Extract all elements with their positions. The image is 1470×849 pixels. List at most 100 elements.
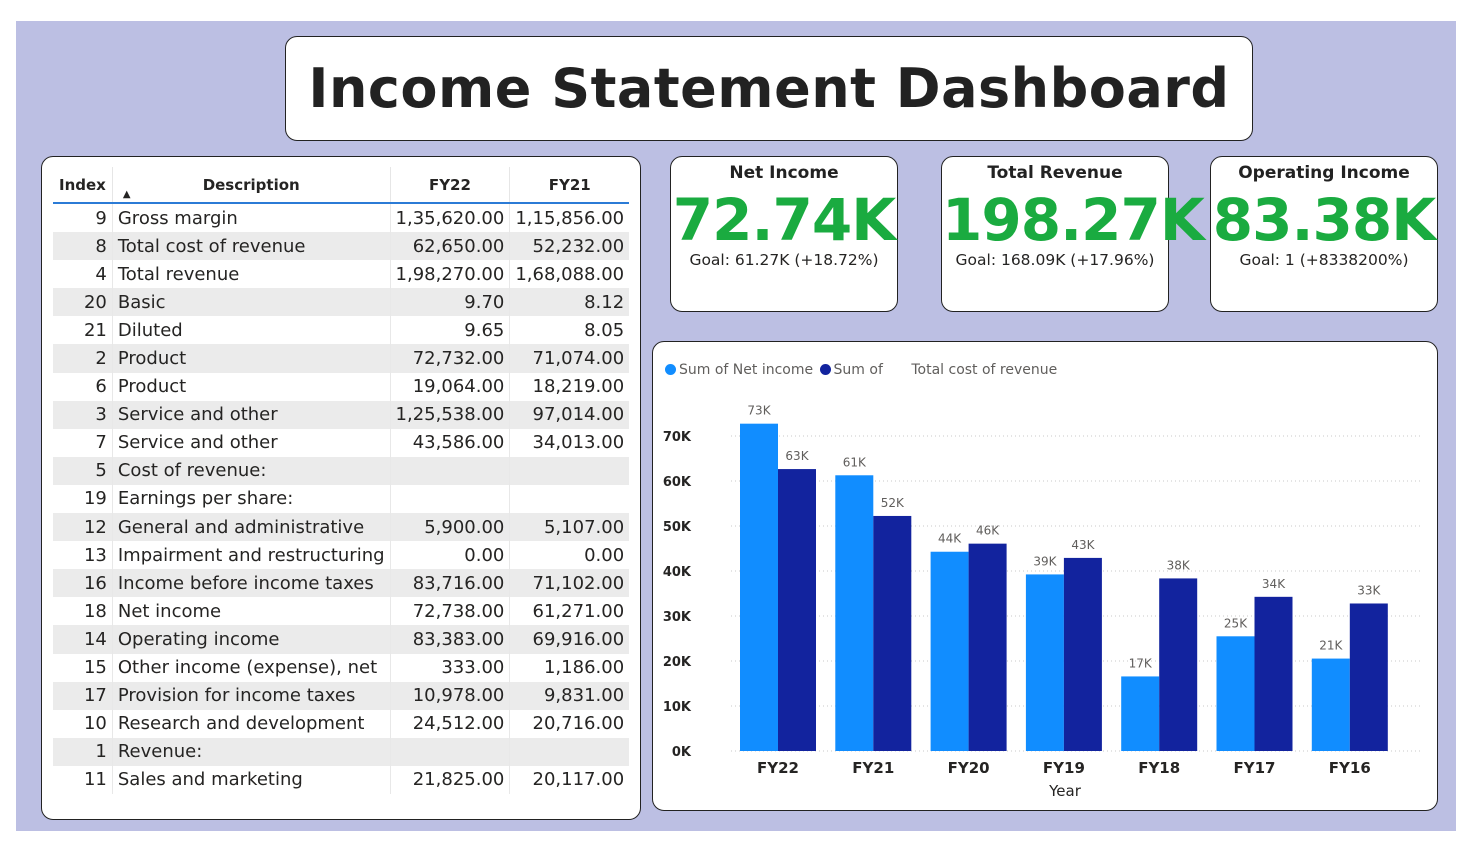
table-row[interactable]: 18 Net income 72,738.00 61,271.00 xyxy=(53,597,630,626)
description-cell: Income before income taxes xyxy=(111,569,391,598)
data-label: 73K xyxy=(747,404,771,418)
y-tick-label: 20K xyxy=(663,655,692,670)
bar-cost-of-revenue-fy18[interactable] xyxy=(1159,578,1198,751)
table-row[interactable]: 10 Research and development 24,512.00 20,71… xyxy=(53,709,630,738)
kpi-value: 83.38K xyxy=(1212,186,1436,254)
index-cell: 21 xyxy=(83,319,107,341)
fy21-cell: 9,831.00 xyxy=(509,681,630,710)
column-header-description-label: Description xyxy=(202,175,300,194)
y-tick-label: 10K xyxy=(663,700,692,715)
kpi-title: Total Revenue xyxy=(987,163,1123,183)
bar-cost-of-revenue-fy22[interactable] xyxy=(778,469,816,751)
table-row[interactable]: 11 Sales and marketing 21,825.00 20,117.00 xyxy=(53,765,630,794)
fy21-cell: 20,716.00 xyxy=(509,709,630,738)
fy21-cell: 8.12 xyxy=(509,288,630,317)
table-row[interactable]: 1 Revenue: xyxy=(53,737,630,766)
table-row[interactable]: 9 Gross margin 1,35,620.00 1,15,856.00 xyxy=(53,203,630,233)
description-cell: Impairment and restructuring xyxy=(111,541,391,570)
column-header-fy21[interactable]: FY21 xyxy=(509,167,630,204)
table-row[interactable]: 15 Other income (expense), net 333.00 1,186… xyxy=(53,653,630,682)
index-cell: 8 xyxy=(53,232,113,261)
index-cell: 11 xyxy=(83,769,107,791)
bar-cost-of-revenue-fy19[interactable] xyxy=(1063,557,1102,751)
fy21-cell: 97,014.00 xyxy=(509,400,630,429)
data-label: 61K xyxy=(843,455,867,469)
bar-cost-of-revenue-fy20[interactable] xyxy=(968,543,1007,751)
x-tick-label: FY20 xyxy=(948,759,990,777)
fy21-cell: 1,68,088.00 xyxy=(509,260,630,289)
kpi-title: Net Income xyxy=(729,163,839,183)
data-label: 44K xyxy=(938,532,962,546)
index-cell: 14 xyxy=(53,625,113,654)
description-cell: Service and other xyxy=(111,400,391,429)
x-axis-title: Year xyxy=(1048,782,1082,800)
data-label: 34K xyxy=(1262,577,1286,591)
sort-ascending-icon[interactable]: ▲ xyxy=(123,190,131,200)
kpi-goal: Goal: 61.27K (+18.72%) xyxy=(689,251,879,269)
y-tick-label: 40K xyxy=(663,565,692,580)
kpi-value: 72.74K xyxy=(672,186,896,254)
description-cell: Operating income xyxy=(111,625,391,654)
bar-net-income-fy18[interactable] xyxy=(1121,676,1160,751)
table-row[interactable]: 14 Operating income 83,383.00 69,916.00 xyxy=(53,625,630,654)
income-table-card: Index Description ▲ FY22 FY21 9 Gross mar… xyxy=(41,156,641,820)
bar-net-income-fy20[interactable] xyxy=(930,551,969,751)
bar-net-income-fy17[interactable] xyxy=(1216,636,1255,751)
table-row[interactable]: 7 Service and other 43,586.00 34,013.00 xyxy=(53,428,630,457)
data-label: 39K xyxy=(1033,554,1057,568)
fy22-cell: 5,900.00 xyxy=(389,513,510,542)
fy22-cell: 43,586.00 xyxy=(389,428,510,457)
index-cell: 4 xyxy=(95,263,107,285)
fy21-cell xyxy=(509,456,630,485)
fy22-cell: 19,064.00 xyxy=(389,372,510,401)
table-row[interactable]: 6 Product 19,064.00 18,219.00 xyxy=(53,372,630,401)
bar-net-income-fy16[interactable] xyxy=(1311,658,1350,751)
y-tick-label: 70K xyxy=(663,430,692,445)
fy22-cell: 333.00 xyxy=(389,653,510,682)
bar-cost-of-revenue-fy17[interactable] xyxy=(1254,596,1293,751)
bar-net-income-fy22[interactable] xyxy=(740,423,778,751)
table-row[interactable]: 21 Diluted 9.65 8.05 xyxy=(53,316,630,345)
table-row[interactable]: 13 Impairment and restructuring 0.00 0.00 xyxy=(53,541,630,570)
x-tick-label: FY16 xyxy=(1329,759,1371,777)
fy22-cell xyxy=(389,456,510,485)
kpi-card-operating-income: Operating Income 83.38K Goal: 1 (+833820… xyxy=(1210,156,1438,312)
y-tick-label: 30K xyxy=(663,610,692,625)
fy22-cell xyxy=(389,737,510,766)
fy22-cell: 1,98,270.00 xyxy=(389,260,510,289)
bar-net-income-fy21[interactable] xyxy=(835,475,874,751)
table-header-row: Index Description ▲ FY22 FY21 xyxy=(53,167,630,204)
bar-cost-of-revenue-fy21[interactable] xyxy=(873,515,912,751)
column-header-fy22[interactable]: FY22 xyxy=(389,167,510,204)
fy21-cell xyxy=(509,737,630,766)
description-cell: Sales and marketing xyxy=(111,765,391,794)
table-row[interactable]: 16 Income before income taxes 83,716.00 71,… xyxy=(53,569,630,598)
index-cell: 16 xyxy=(53,569,113,598)
description-cell: Total cost of revenue xyxy=(111,232,391,261)
table-row[interactable]: 2 Product 72,732.00 71,074.00 xyxy=(53,344,630,373)
table-row[interactable]: 8 Total cost of revenue 62,650.00 52,232.00 xyxy=(53,232,630,261)
column-header-description[interactable]: Description ▲ xyxy=(111,167,391,204)
table-row[interactable]: 12 General and administrative 5,900.00 5,10… xyxy=(53,513,630,542)
x-tick-label: FY19 xyxy=(1043,759,1085,777)
fy22-cell: 72,738.00 xyxy=(389,597,510,626)
table-row[interactable]: 3 Service and other 1,25,538.00 97,014.00 xyxy=(53,400,630,429)
bar-cost-of-revenue-fy16[interactable] xyxy=(1349,603,1388,751)
dashboard-title: Income Statement Dashboard xyxy=(308,57,1230,120)
fy21-cell: 1,186.00 xyxy=(509,653,630,682)
table-row[interactable]: 19 Earnings per share: xyxy=(53,484,630,514)
index-cell: 10 xyxy=(83,713,107,735)
index-cell: 17 xyxy=(53,681,113,710)
column-header-index[interactable]: Index xyxy=(53,167,113,204)
fy22-cell: 1,35,620.00 xyxy=(389,203,510,233)
data-label: 21K xyxy=(1319,639,1343,653)
fy21-cell: 18,219.00 xyxy=(509,372,630,401)
table-row[interactable]: 5 Cost of revenue: xyxy=(53,456,630,485)
fy22-cell: 24,512.00 xyxy=(389,709,510,738)
data-label: 63K xyxy=(785,449,809,463)
table-row[interactable]: 20 Basic 9.70 8.12 xyxy=(53,288,630,317)
bar-net-income-fy19[interactable] xyxy=(1025,574,1064,751)
fy21-cell: 69,916.00 xyxy=(509,625,630,654)
table-row[interactable]: 17 Provision for income taxes 10,978.00 9,8… xyxy=(53,681,630,710)
table-row[interactable]: 4 Total revenue 1,98,270.00 1,68,088.00 xyxy=(53,260,630,289)
